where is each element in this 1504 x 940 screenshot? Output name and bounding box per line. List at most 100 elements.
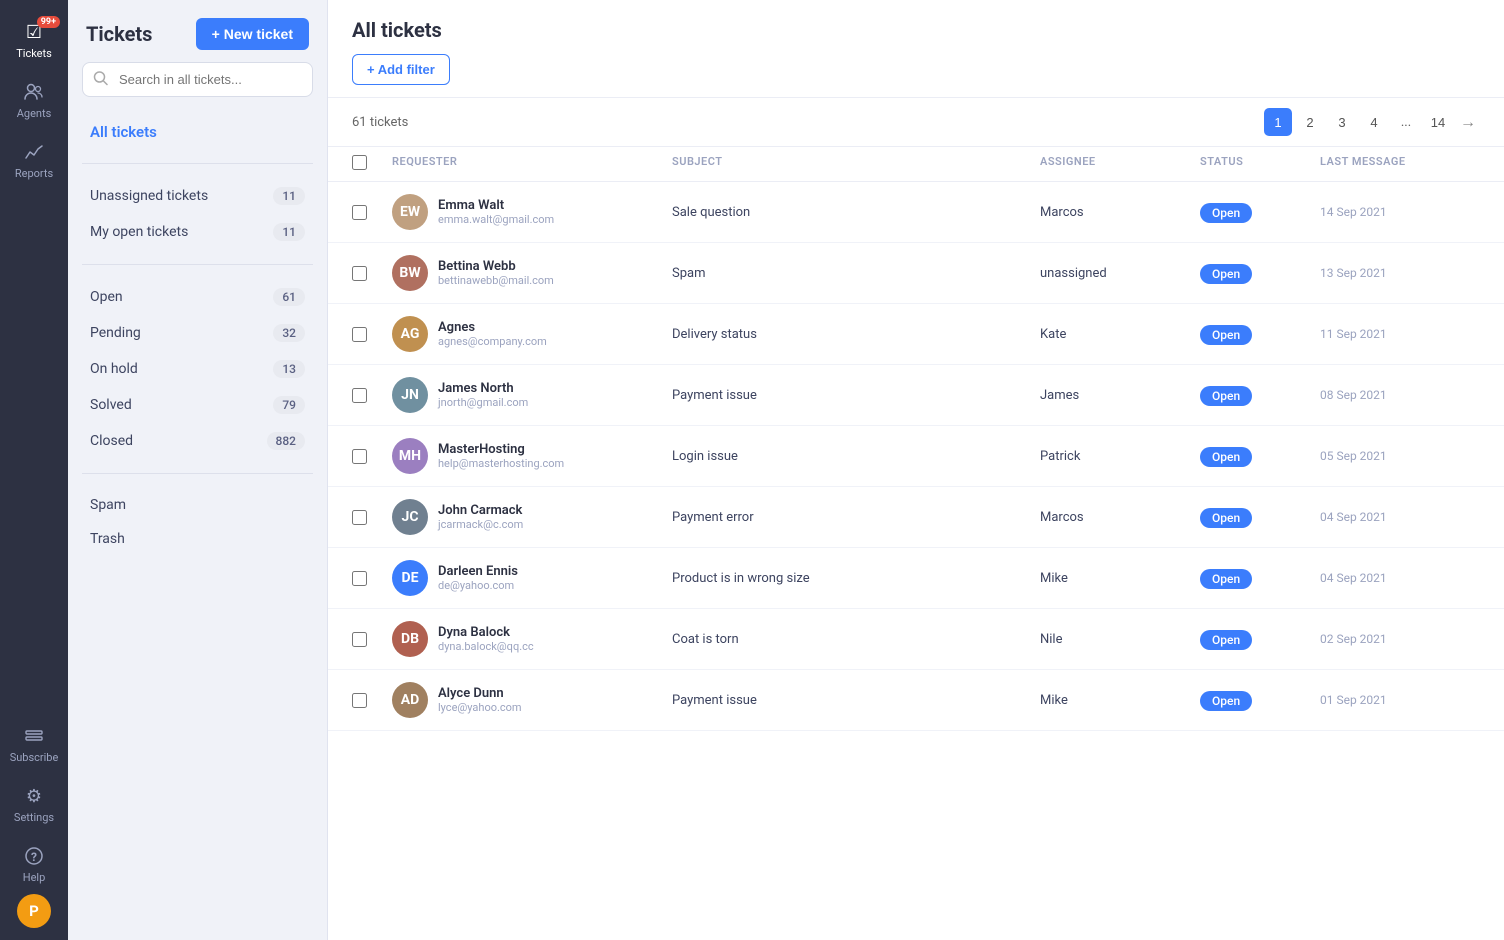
new-ticket-button[interactable]: + New ticket: [196, 18, 309, 50]
col-requester: REQUESTER: [392, 155, 672, 173]
sidebar-label-closed: Closed: [90, 433, 133, 449]
sidebar-label-spam: Spam: [90, 497, 126, 513]
sidebar-badge-closed: 882: [267, 432, 305, 450]
nav-item-subscribe[interactable]: Subscribe: [0, 714, 68, 774]
divider-1: [82, 163, 313, 164]
row-checkbox-cell: [352, 449, 392, 464]
ticket-status: Open: [1200, 202, 1320, 223]
ticket-status: Open: [1200, 568, 1320, 589]
requester-name: James North: [438, 381, 528, 396]
page-btn-2[interactable]: 2: [1296, 108, 1324, 136]
requester-name: Darleen Ennis: [438, 564, 518, 579]
row-checkbox[interactable]: [352, 266, 367, 281]
row-checkbox[interactable]: [352, 510, 367, 525]
settings-icon: ⚙: [22, 784, 46, 808]
sidebar-badge-unassigned: 11: [273, 187, 305, 205]
avatar: EW: [392, 194, 428, 230]
sidebar-title: Tickets: [86, 22, 152, 46]
requester-email: de@yahoo.com: [438, 579, 518, 592]
ticket-status: Open: [1200, 629, 1320, 650]
sidebar-badge-pending: 32: [273, 324, 305, 342]
nav-item-agents[interactable]: Agents: [0, 70, 68, 130]
col-checkbox: [352, 155, 392, 173]
table-row[interactable]: BW Bettina Webb bettinawebb@mail.com Spa…: [328, 243, 1504, 304]
avatar: AG: [392, 316, 428, 352]
nav-item-help[interactable]: ? Help: [0, 834, 68, 894]
row-checkbox[interactable]: [352, 571, 367, 586]
table-row[interactable]: JC John Carmack jcarmack@c.com Payment e…: [328, 487, 1504, 548]
search-box: [82, 62, 313, 97]
status-badge: Open: [1200, 691, 1252, 711]
requester-info: AG Agnes agnes@company.com: [392, 316, 672, 352]
page-btn-3[interactable]: 3: [1328, 108, 1356, 136]
ticket-rows-container: EW Emma Walt emma.walt@gmail.com Sale qu…: [328, 182, 1504, 731]
sidebar-label-on-hold: On hold: [90, 361, 138, 377]
ticket-subject: Delivery status: [672, 327, 1040, 342]
select-all-checkbox[interactable]: [352, 155, 367, 170]
divider-2: [82, 264, 313, 265]
user-avatar[interactable]: P: [17, 894, 51, 928]
table-row[interactable]: DE Darleen Ennis de@yahoo.com Product is…: [328, 548, 1504, 609]
requester-email: jnorth@gmail.com: [438, 396, 528, 409]
sidebar-item-unassigned[interactable]: Unassigned tickets 11: [82, 178, 313, 214]
row-checkbox[interactable]: [352, 693, 367, 708]
table-row[interactable]: EW Emma Walt emma.walt@gmail.com Sale qu…: [328, 182, 1504, 243]
requester-info: DE Darleen Ennis de@yahoo.com: [392, 560, 672, 596]
page-btn-14[interactable]: 14: [1424, 108, 1452, 136]
sidebar-badge-open: 61: [273, 288, 305, 306]
nav-label-help: Help: [23, 871, 46, 884]
status-section: Open 61 Pending 32 On hold 13 Solved 79 …: [68, 275, 327, 463]
pagination-next-arrow[interactable]: →: [1456, 112, 1480, 132]
requester-name: Emma Walt: [438, 198, 554, 213]
ticket-last-message: 11 Sep 2021: [1320, 327, 1480, 341]
table-row[interactable]: AD Alyce Dunn lyce@yahoo.com Payment iss…: [328, 670, 1504, 731]
row-checkbox[interactable]: [352, 632, 367, 647]
sidebar-item-my-open[interactable]: My open tickets 11: [82, 214, 313, 250]
extras-section: Spam Trash: [68, 484, 327, 560]
avatar: AD: [392, 682, 428, 718]
col-status: STATUS: [1200, 155, 1320, 173]
ticket-subject: Coat is torn: [672, 632, 1040, 647]
row-checkbox[interactable]: [352, 205, 367, 220]
sidebar-item-spam[interactable]: Spam: [82, 488, 313, 522]
sidebar-item-open[interactable]: Open 61: [82, 279, 313, 315]
nav-item-tickets[interactable]: ☑ Tickets 99+: [0, 10, 68, 70]
nav-item-settings[interactable]: ⚙ Settings: [0, 774, 68, 834]
table-header: REQUESTER SUBJECT ASSIGNEE STATUS LAST M…: [328, 147, 1504, 182]
table-row[interactable]: JN James North jnorth@gmail.com Payment …: [328, 365, 1504, 426]
table-row[interactable]: AG Agnes agnes@company.com Delivery stat…: [328, 304, 1504, 365]
ticket-status: Open: [1200, 507, 1320, 528]
ticket-last-message: 04 Sep 2021: [1320, 571, 1480, 585]
sidebar-item-trash[interactable]: Trash: [82, 522, 313, 556]
requester-name: Dyna Balock: [438, 625, 534, 640]
avatar: MH: [392, 438, 428, 474]
page-btn-1[interactable]: 1: [1264, 108, 1292, 136]
ticket-status: Open: [1200, 263, 1320, 284]
sidebar-badge-my-open: 11: [273, 223, 305, 241]
row-checkbox[interactable]: [352, 388, 367, 403]
all-tickets-link[interactable]: All tickets: [82, 115, 313, 149]
row-checkbox[interactable]: [352, 449, 367, 464]
left-navigation: ☑ Tickets 99+ Agents Reports Subscribe ⚙…: [0, 0, 68, 940]
col-last-message: LAST MESSAGE: [1320, 155, 1480, 173]
sidebar-label-unassigned: Unassigned tickets: [90, 188, 208, 204]
row-checkbox[interactable]: [352, 327, 367, 342]
table-row[interactable]: MH MasterHosting help@masterhosting.com …: [328, 426, 1504, 487]
ticket-last-message: 04 Sep 2021: [1320, 510, 1480, 524]
sidebar-item-solved[interactable]: Solved 79: [82, 387, 313, 423]
col-assignee: ASSIGNEE: [1040, 155, 1200, 173]
avatar: JN: [392, 377, 428, 413]
ticket-status: Open: [1200, 690, 1320, 711]
nav-item-reports[interactable]: Reports: [0, 130, 68, 190]
page-btn-4[interactable]: 4: [1360, 108, 1388, 136]
sidebar-item-closed[interactable]: Closed 882: [82, 423, 313, 459]
filter-items-section: Unassigned tickets 11 My open tickets 11: [68, 174, 327, 254]
sidebar-item-on-hold[interactable]: On hold 13: [82, 351, 313, 387]
table-row[interactable]: DB Dyna Balock dyna.balock@qq.cc Coat is…: [328, 609, 1504, 670]
search-input[interactable]: [82, 62, 313, 97]
ticket-assignee: unassigned: [1040, 266, 1200, 281]
nav-label-settings: Settings: [14, 811, 54, 824]
add-filter-button[interactable]: + Add filter: [352, 54, 450, 85]
sidebar-item-pending[interactable]: Pending 32: [82, 315, 313, 351]
col-subject: SUBJECT: [672, 155, 1040, 173]
